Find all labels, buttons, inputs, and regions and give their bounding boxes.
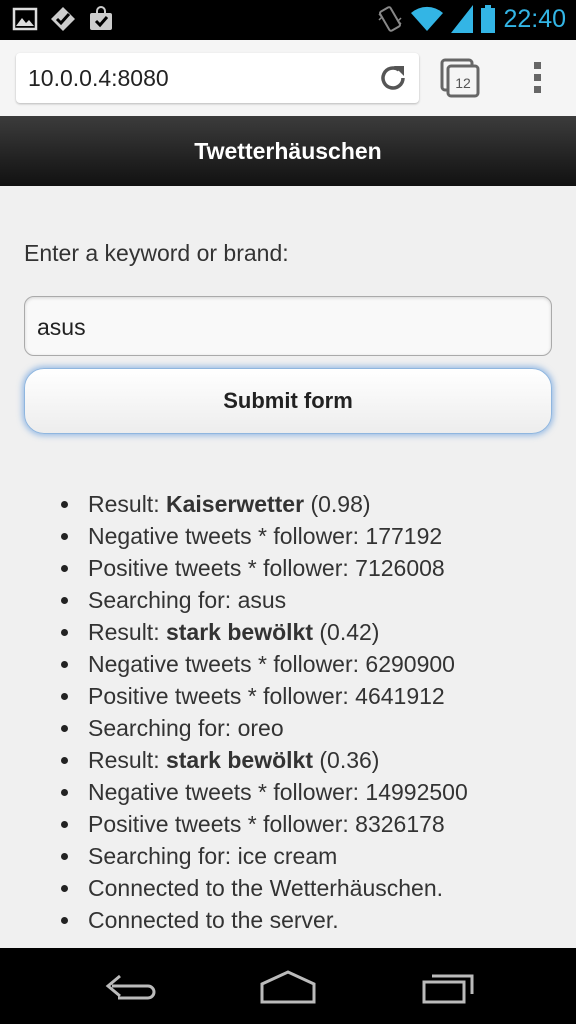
wifi-icon <box>411 6 444 31</box>
recent-apps-icon[interactable] <box>420 966 480 1006</box>
log-text: Positive tweets * follower: 4641912 <box>88 683 445 709</box>
log-text: Negative tweets * follower: 177192 <box>88 523 443 549</box>
battery-icon <box>481 5 496 33</box>
overflow-menu-button[interactable] <box>528 58 548 98</box>
log-item: Positive tweets * follower: 7126008 <box>61 552 468 584</box>
keyword-input[interactable]: asus <box>24 296 552 356</box>
reload-icon[interactable] <box>377 62 409 94</box>
log-score: (0.42) <box>312 619 380 645</box>
log-result-label: stark bewölkt <box>165 747 313 773</box>
navigation-bar <box>0 948 576 1024</box>
browser-toolbar: 10.0.0.4:8080 12 <box>0 40 576 117</box>
log-item: Result: Kaiserwetter (0.98) <box>61 488 468 520</box>
keyword-label: Enter a keyword or brand: <box>24 240 289 266</box>
log-score: (0.98) <box>304 491 371 517</box>
log-score: (0.36) <box>312 747 380 773</box>
url-field[interactable]: 10.0.0.4:8080 <box>16 53 419 103</box>
log-item: Searching for: ice cream <box>61 840 468 872</box>
log-text: Result: <box>88 747 166 773</box>
submit-button[interactable]: Submit form <box>24 368 552 434</box>
back-icon[interactable] <box>98 966 158 1006</box>
log-item: Connected to the server. <box>61 904 468 936</box>
log-result-label: Kaiserwetter <box>165 491 305 517</box>
log-item: Result: stark bewölkt (0.36) <box>61 744 468 776</box>
log-item: Connected to the Wetterhäuschen. <box>61 872 468 904</box>
shopping-bag-icon <box>90 6 112 30</box>
system-indicators: 22:40 <box>377 4 566 34</box>
result-log: Result: Kaiserwetter (0.98) Negative twee… <box>61 488 468 936</box>
log-text: Negative tweets * follower: 6290900 <box>88 651 455 677</box>
checkmark-icon <box>51 7 75 31</box>
log-text: Negative tweets * follower: 14992500 <box>88 779 468 805</box>
url-text: 10.0.0.4:8080 <box>28 65 169 91</box>
main-content: Enter a keyword or brand: asus Submit fo… <box>0 186 576 948</box>
home-icon[interactable] <box>258 966 318 1006</box>
tabs-button[interactable]: 12 <box>440 58 482 100</box>
log-item: Searching for: oreo <box>61 712 468 744</box>
tabs-icon: 12 <box>440 58 480 98</box>
log-text: Result: <box>88 619 166 645</box>
log-text: Connected to the server. <box>88 907 339 933</box>
log-text: Positive tweets * follower: 7126008 <box>88 555 445 581</box>
overflow-menu-icon <box>534 62 541 93</box>
status-bar: 22:40 <box>0 0 576 40</box>
log-item: Searching for: asus <box>61 584 468 616</box>
log-item: Negative tweets * follower: 177192 <box>61 520 468 552</box>
signal-icon <box>451 5 474 33</box>
log-item: Negative tweets * follower: 14992500 <box>61 776 468 808</box>
log-text: Positive tweets * follower: 8326178 <box>88 811 445 837</box>
log-item: Negative tweets * follower: 6290900 <box>61 648 468 680</box>
log-text: Searching for: oreo <box>88 715 284 741</box>
keyword-value: asus <box>37 314 86 340</box>
log-text: Searching for: asus <box>88 587 287 613</box>
page-title: Twetterhäuschen <box>0 116 576 186</box>
tab-count: 12 <box>455 75 471 91</box>
vibrate-icon <box>378 6 402 32</box>
log-item: Result: stark bewölkt (0.42) <box>61 616 468 648</box>
log-item: Positive tweets * follower: 8326178 <box>61 808 468 840</box>
clock: 22:40 <box>503 4 566 33</box>
gallery-icon <box>12 7 38 31</box>
log-result-label: stark bewölkt <box>165 619 313 645</box>
log-text: Searching for: ice cream <box>88 843 338 869</box>
log-text: Result: <box>88 491 166 517</box>
notification-icons <box>12 6 114 32</box>
log-text: Connected to the Wetterhäuschen. <box>88 875 444 901</box>
log-item: Positive tweets * follower: 4641912 <box>61 680 468 712</box>
